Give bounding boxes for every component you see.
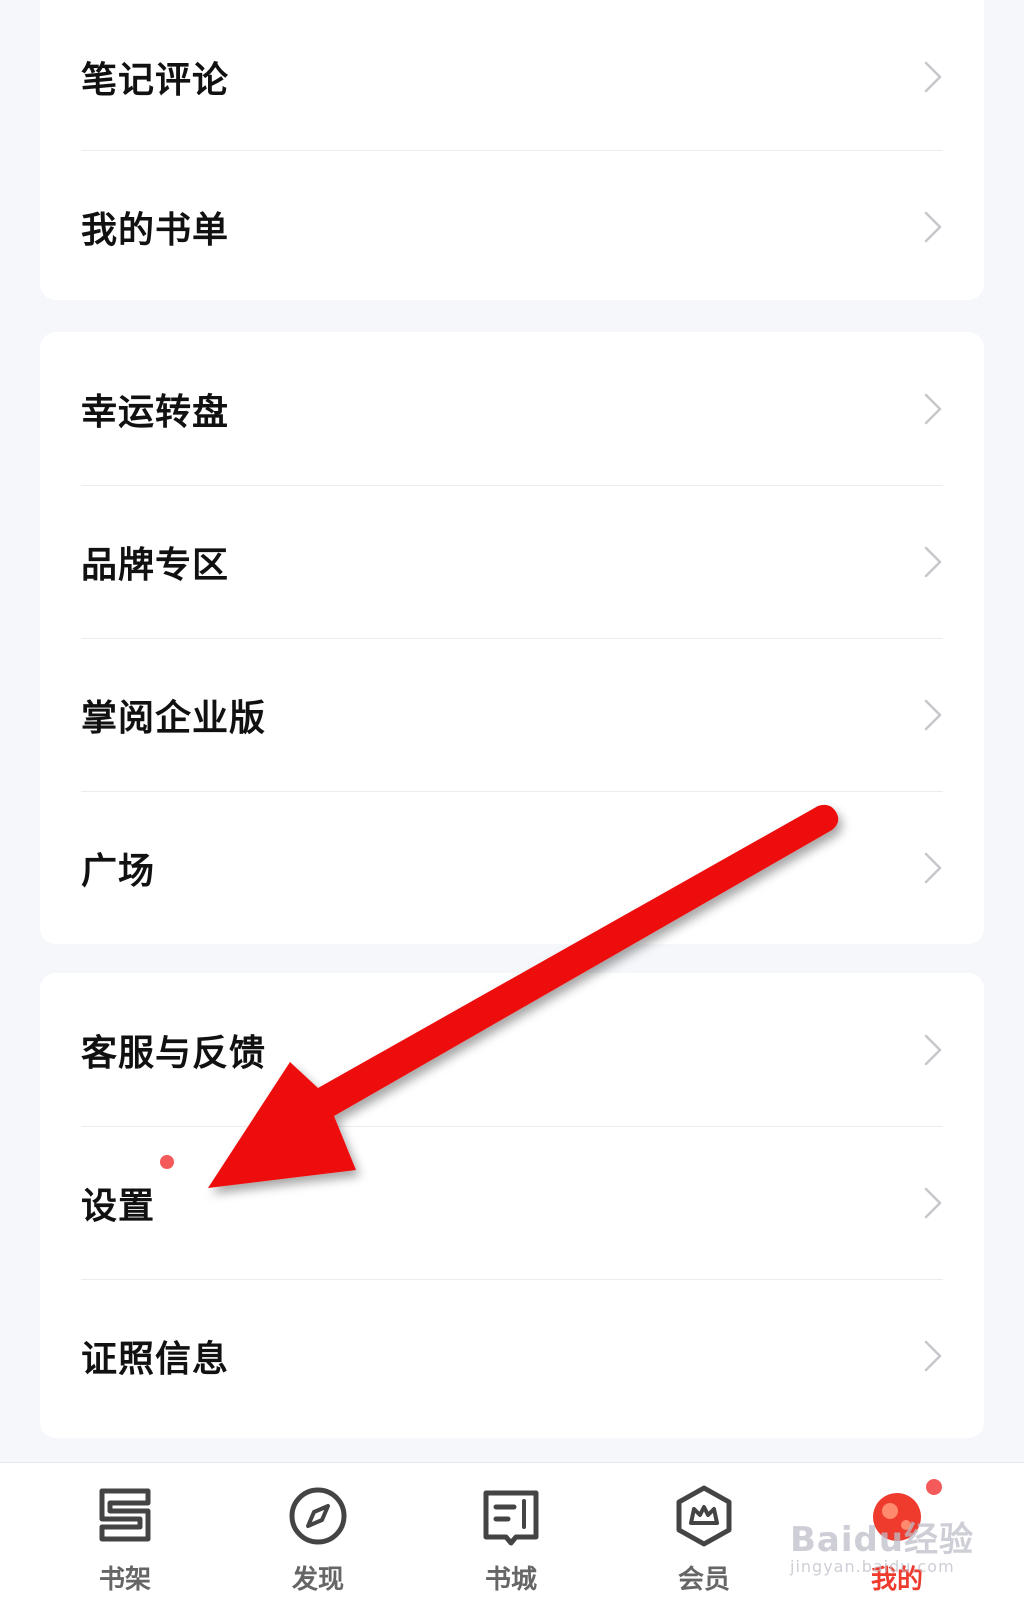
- chevron-right-icon: [924, 546, 942, 577]
- menu-item-label: 广场: [81, 850, 156, 892]
- menu-item-settings[interactable]: 设置: [40, 1126, 984, 1279]
- chevron-right-icon: [924, 699, 942, 730]
- menu-item-lucky-wheel[interactable]: 幸运转盘: [40, 332, 984, 485]
- tab-vip[interactable]: 会员: [609, 1463, 799, 1601]
- bookshelf-icon: [99, 1488, 151, 1542]
- chevron-right-icon: [924, 1187, 942, 1218]
- tab-label: 书城: [484, 1565, 537, 1595]
- notification-dot: [160, 1155, 174, 1169]
- menu-item-label: 证照信息: [81, 1338, 230, 1380]
- chevron-right-icon: [924, 1034, 942, 1065]
- menu-item-enterprise-edition[interactable]: 掌阅企业版: [40, 638, 984, 791]
- menu-item-label: 我的书单: [81, 209, 230, 251]
- menu-item-my-booklists[interactable]: 我的书单: [40, 150, 984, 303]
- tab-label: 书架: [98, 1565, 151, 1595]
- menu-item-notes-comments[interactable]: 笔记评论: [40, 0, 984, 153]
- menu-item-label: 掌阅企业版: [81, 697, 267, 739]
- chevron-right-icon: [924, 211, 942, 242]
- tab-bookstore[interactable]: 书城: [416, 1463, 606, 1601]
- menu-card-3: 客服与反馈 设置 证照信息: [40, 973, 984, 1438]
- menu-item-brand-zone[interactable]: 品牌专区: [40, 485, 984, 638]
- menu-item-label: 设置: [81, 1185, 156, 1227]
- menu-card-1: 笔记评论 我的书单: [40, 0, 984, 300]
- vip-hexagon-icon: [676, 1485, 732, 1547]
- chevron-right-icon: [924, 1340, 942, 1371]
- menu-item-plaza[interactable]: 广场: [40, 791, 984, 944]
- book-store-icon: [483, 1490, 539, 1546]
- notification-dot: [926, 1479, 942, 1495]
- chevron-right-icon: [924, 61, 942, 92]
- tab-discover[interactable]: 发现: [223, 1463, 413, 1601]
- tab-label: 发现: [291, 1565, 344, 1595]
- tab-label: 会员: [677, 1565, 730, 1595]
- menu-item-license-info[interactable]: 证照信息: [40, 1279, 984, 1432]
- watermark: Baidu经验 jingyan.baidu.com: [790, 1512, 990, 1576]
- chevron-right-icon: [924, 393, 942, 424]
- menu-item-label: 品牌专区: [81, 544, 230, 586]
- menu-item-label: 幸运转盘: [81, 391, 230, 433]
- compass-icon: [289, 1487, 347, 1545]
- tab-bookshelf[interactable]: 书架: [30, 1463, 220, 1601]
- menu-item-customer-service-feedback[interactable]: 客服与反馈: [40, 973, 984, 1126]
- menu-item-label: 笔记评论: [81, 59, 230, 101]
- watermark-main: Baidu经验: [790, 1520, 975, 1560]
- menu-item-label: 客服与反馈: [81, 1032, 267, 1074]
- menu-card-2: 幸运转盘 品牌专区 掌阅企业版 广场: [40, 332, 984, 944]
- chevron-right-icon: [924, 852, 942, 883]
